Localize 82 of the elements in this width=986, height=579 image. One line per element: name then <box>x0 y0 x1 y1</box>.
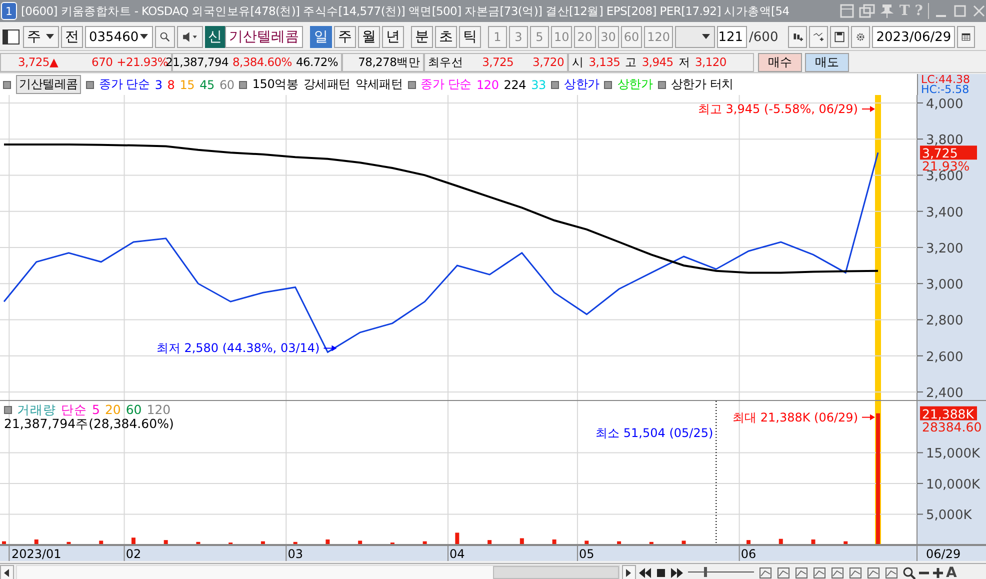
current-date-label: 06/29 <box>926 547 961 561</box>
legend-label[interactable]: 강세패턴 <box>303 76 350 93</box>
legend-label[interactable]: 5 <box>92 403 100 417</box>
axis-label: 06 <box>740 547 756 561</box>
price-change: 670 <box>92 55 113 69</box>
legend-label[interactable]: 150억봉 <box>252 76 298 93</box>
legend-label[interactable]: 45 <box>200 78 214 92</box>
best-price-label: 최우선 <box>428 54 464 70</box>
axis-label: 2,400 <box>926 386 964 401</box>
low-label: 저 <box>678 54 690 70</box>
period-tab[interactable]: 일 <box>310 26 332 48</box>
axis-label: 2,800 <box>926 314 964 329</box>
code-field[interactable]: 035460 <box>85 26 153 48</box>
legend-label[interactable]: 8 <box>167 78 175 92</box>
axis-label: 10,000K <box>926 477 980 492</box>
legend-label[interactable]: 60 <box>219 78 234 92</box>
date-field[interactable]: 2023/06/29 <box>872 26 956 48</box>
hc-stat: HC:-5.58 <box>921 85 970 95</box>
window-number-badge: 1 <box>1 2 17 20</box>
legend-label[interactable]: 단순 <box>61 403 87 417</box>
legend-label[interactable]: 약세패턴 <box>355 76 403 93</box>
count-field[interactable]: 121 <box>717 26 748 48</box>
period-tab[interactable]: 년 <box>382 26 404 48</box>
volume-summary: 21,387,794주(28,384.60%) <box>4 417 174 431</box>
chart-title-label[interactable]: 기산텔레콤 <box>16 75 82 94</box>
axis-label: 15,000K <box>926 446 980 462</box>
volume-rate: 8,384.60% <box>232 55 292 69</box>
stock-name-field[interactable]: 기산텔레콤 <box>225 26 303 48</box>
legend-label[interactable]: 상한가 터치 <box>670 76 734 93</box>
legend-label[interactable]: 종가 단순 <box>99 76 150 93</box>
axis-label: 03 <box>288 547 303 561</box>
change-rate: +21.93% <box>116 55 168 69</box>
high-label: 고 <box>625 54 637 70</box>
axis-label: 3,200 <box>926 241 964 256</box>
axis-label: 3,400 <box>926 205 964 220</box>
axis-label: 04 <box>450 547 465 561</box>
price-tag: 3,725 <box>920 146 977 161</box>
tag-sublabel: 28384.60 <box>922 419 982 434</box>
legend-label[interactable]: 3 <box>154 78 162 92</box>
axis-label: 2,600 <box>926 350 964 365</box>
period-tab[interactable]: 주 <box>334 26 356 48</box>
market-dropdown[interactable]: 주 <box>23 26 59 48</box>
annotation-label: 최저 2,580 (44.38%, 03/14) <box>156 341 320 356</box>
annotation-label: 최소 51,504 (05/25) <box>596 426 714 440</box>
annotation-label: 최고 3,945 (-5.58%, 06/29) <box>698 102 858 116</box>
legend-label[interactable]: 120 <box>146 403 171 417</box>
best-bid-price: 3,720 <box>532 55 564 69</box>
axis-label: 5,000K <box>926 508 972 524</box>
buy-button[interactable]: 매수 <box>758 52 802 72</box>
lc-stat: LC:44.38 <box>921 75 972 85</box>
window-title: [0600] 키움종합차트 - KOSDAQ 외국인보유[478(천)] 주식수[14,577(천)] 액면[500] 자본금[73(억)] 결산[12월] EPS[208] PER[17.92] 시가총액[54 <box>21 4 790 18</box>
open-label: 시 <box>572 54 584 70</box>
price-tag: 21,388K <box>920 406 977 422</box>
up-arrow-icon: ▲ <box>49 55 58 69</box>
legend-label[interactable]: 60 <box>126 403 142 417</box>
open-price: 3,135 <box>588 55 620 69</box>
annotation-label: 최대 21,388K (06/29) <box>732 410 858 424</box>
trade-amount: 78,278백만 <box>358 54 420 70</box>
interval-tab[interactable]: 틱 <box>459 26 481 48</box>
interval-tab[interactable]: 분 <box>411 26 433 48</box>
axis-label: 2023/01 <box>11 547 62 561</box>
interval-tab[interactable]: 초 <box>435 26 457 48</box>
high-price: 3,945 <box>642 55 674 69</box>
turnover-ratio: 46.72% <box>296 55 338 69</box>
axis-label: 02 <box>126 547 142 561</box>
prev-button[interactable]: 전 <box>61 26 83 48</box>
sell-button[interactable]: 매도 <box>805 52 849 72</box>
axis-label: 05 <box>579 547 594 561</box>
legend-label[interactable]: 거래량 <box>17 403 56 417</box>
font-button[interactable]: A <box>946 564 957 579</box>
current-price: 3,725 <box>18 55 50 69</box>
count-max-label: /600 <box>749 30 778 44</box>
axis-label: 3,000 <box>926 278 964 293</box>
legend-label[interactable]: 상한가 <box>564 76 600 93</box>
axis-label: 3,800 <box>926 133 964 148</box>
axis-label: 4,000 <box>926 96 964 112</box>
best-ask-price: 3,725 <box>482 55 514 69</box>
low-price: 3,120 <box>694 55 726 69</box>
legend-label[interactable]: 224 <box>504 78 526 92</box>
volume-value: 21,387,794 <box>166 55 228 69</box>
new-button[interactable]: 신 <box>205 26 225 48</box>
period-tab[interactable]: 월 <box>358 26 380 48</box>
